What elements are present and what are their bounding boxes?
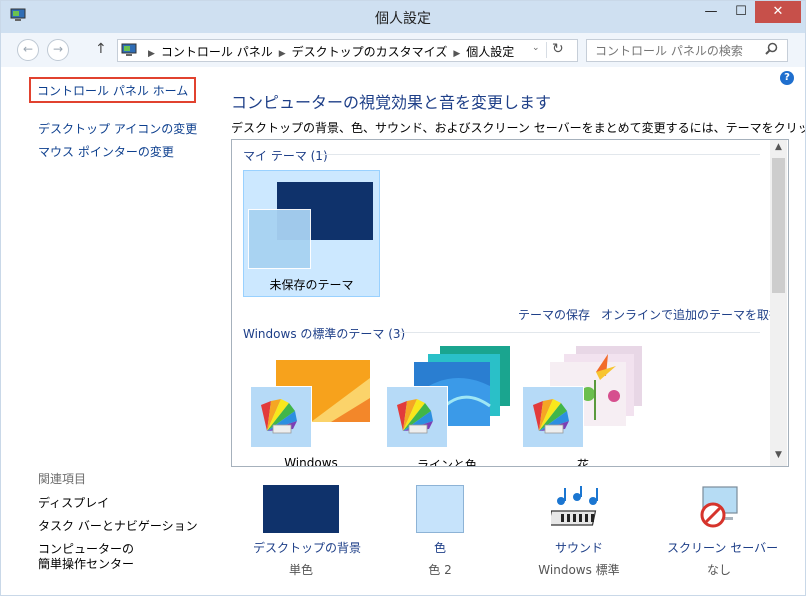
- my-themes-header: マイ テーマ (1): [243, 149, 328, 163]
- desktop-background-link[interactable]: デスクトップの背景: [253, 539, 361, 556]
- color-fan-icon: [261, 399, 297, 434]
- related-ease-of-access-link-line2[interactable]: 簡単操作センター: [38, 555, 134, 572]
- desktop-background-swatch[interactable]: [263, 485, 339, 533]
- sound-link[interactable]: サウンド: [531, 539, 627, 556]
- screen-saver-value: なし: [706, 563, 731, 577]
- up-button[interactable]: ↑: [95, 41, 107, 57]
- title-bar[interactable]: 個人設定 — ☐ ✕: [1, 1, 805, 33]
- breadcrumb: ▶ コントロール パネル ▶ デスクトップのカスタマイズ ▶ 個人設定: [142, 43, 514, 60]
- help-icon[interactable]: ?: [780, 71, 794, 85]
- default-themes-header: Windows の標準のテーマ (3): [243, 327, 406, 341]
- breadcrumb-separator-icon[interactable]: ▶: [279, 49, 286, 59]
- breadcrumb-separator-icon[interactable]: ▶: [148, 49, 155, 59]
- search-box[interactable]: [586, 39, 788, 62]
- sound-icon[interactable]: [551, 485, 607, 533]
- theme-windows[interactable]: Windows: [246, 352, 376, 466]
- color-link[interactable]: 色: [401, 539, 479, 556]
- page-description: デスクトップの背景、色、サウンド、およびスクリーン セーバーをまとめて変更するに…: [231, 121, 806, 135]
- address-dropdown-icon[interactable]: ⌄: [532, 43, 540, 53]
- desktop-background-setting[interactable]: デスクトップの背景 単色: [253, 485, 361, 578]
- theme-name: ラインと色: [416, 458, 477, 467]
- desktop-background-value: 単色: [288, 563, 313, 577]
- back-button[interactable]: ←: [17, 39, 39, 61]
- theme-preview-window: [248, 209, 311, 269]
- color-value: 色 2: [428, 563, 452, 577]
- save-theme-link[interactable]: テーマの保存: [518, 306, 590, 323]
- address-divider: [546, 42, 547, 58]
- navigation-bar: ← → ↑ ▶ コントロール パネル ▶ デスクトップのカスタマイズ ▶ 個人設定 ⌄ ↻: [1, 33, 805, 67]
- breadcrumb-personalization[interactable]: 個人設定: [466, 45, 514, 59]
- search-icon[interactable]: [765, 42, 778, 59]
- theme-name: 花: [576, 458, 589, 467]
- theme-name: 未保存のテーマ: [269, 278, 354, 292]
- theme-lines-fan-tile: [386, 386, 448, 448]
- theme-name: Windows: [284, 456, 338, 467]
- theme-lines-and-colors[interactable]: ラインと色: [382, 346, 512, 466]
- related-header: 関連項目: [38, 472, 87, 486]
- screen-saver-icon[interactable]: [691, 485, 747, 533]
- related-display-link[interactable]: ディスプレイ: [38, 494, 109, 511]
- related-taskbar-link[interactable]: タスク バーとナビゲーション: [38, 517, 198, 534]
- breadcrumb-control-panel[interactable]: コントロール パネル: [161, 45, 273, 59]
- color-fan-icon: [397, 399, 433, 434]
- sound-value: Windows 標準: [538, 563, 620, 577]
- minimize-button[interactable]: —: [696, 1, 726, 23]
- address-bar[interactable]: ▶ コントロール パネル ▶ デスクトップのカスタマイズ ▶ 個人設定 ⌄ ↻: [117, 39, 578, 62]
- screen-saver-setting[interactable]: スクリーン セーバー なし: [667, 485, 778, 578]
- scroll-up-icon[interactable]: ▲: [770, 142, 787, 152]
- color-setting[interactable]: 色 色 2: [401, 485, 479, 578]
- change-desktop-icons-link[interactable]: デスクトップ アイコンの変更: [38, 120, 197, 137]
- maximize-button[interactable]: ☐: [727, 1, 755, 23]
- scroll-down-icon[interactable]: ▼: [770, 450, 787, 460]
- theme-list-scrollbar[interactable]: ▲ ▼: [770, 140, 787, 466]
- back-arrow-icon: ←: [22, 42, 34, 56]
- forward-arrow-icon: →: [52, 42, 64, 56]
- breadcrumb-separator-icon[interactable]: ▶: [453, 49, 460, 59]
- search-input[interactable]: [593, 41, 761, 61]
- scroll-thumb[interactable]: [772, 158, 785, 293]
- personalization-window: 個人設定 — ☐ ✕ ← → ↑ ▶ コントロール パネル ▶ デスクトップのカスタマ…: [0, 0, 806, 596]
- color-fan-icon: [533, 399, 569, 434]
- control-panel-icon: [121, 43, 137, 56]
- theme-unsaved[interactable]: 未保存のテーマ: [243, 170, 380, 297]
- theme-flowers[interactable]: 花: [518, 346, 648, 466]
- left-pane: コントロール パネル ホーム デスクトップ アイコンの変更 マウス ポインターの…: [1, 67, 213, 595]
- change-mouse-pointer-link[interactable]: マウス ポインターの変更: [38, 143, 174, 160]
- group-divider: [320, 154, 760, 155]
- theme-flowers-fan-tile: [522, 386, 584, 448]
- forward-button[interactable]: →: [47, 39, 69, 61]
- color-swatch[interactable]: [416, 485, 464, 533]
- get-more-themes-link[interactable]: オンラインで追加のテーマを取得: [601, 306, 781, 323]
- theme-windows-fan-tile: [250, 386, 312, 448]
- breadcrumb-desktop-customize[interactable]: デスクトップのカスタマイズ: [292, 45, 448, 59]
- window-title: 個人設定: [375, 11, 431, 27]
- close-button[interactable]: ✕: [755, 1, 801, 23]
- screen-saver-link[interactable]: スクリーン セーバー: [667, 539, 778, 556]
- theme-list[interactable]: マイ テーマ (1) 未保存のテーマ テーマの保存 オンラインで追加のテーマを取…: [231, 139, 789, 467]
- up-arrow-icon: ↑: [95, 41, 107, 57]
- group-divider: [400, 332, 760, 333]
- page-heading: コンピューターの視覚効果と音を変更します: [231, 93, 552, 112]
- refresh-icon[interactable]: ↻: [552, 41, 564, 57]
- sound-setting[interactable]: サウンド Windows 標準: [531, 485, 627, 578]
- control-panel-home-link[interactable]: コントロール パネル ホーム: [29, 77, 197, 103]
